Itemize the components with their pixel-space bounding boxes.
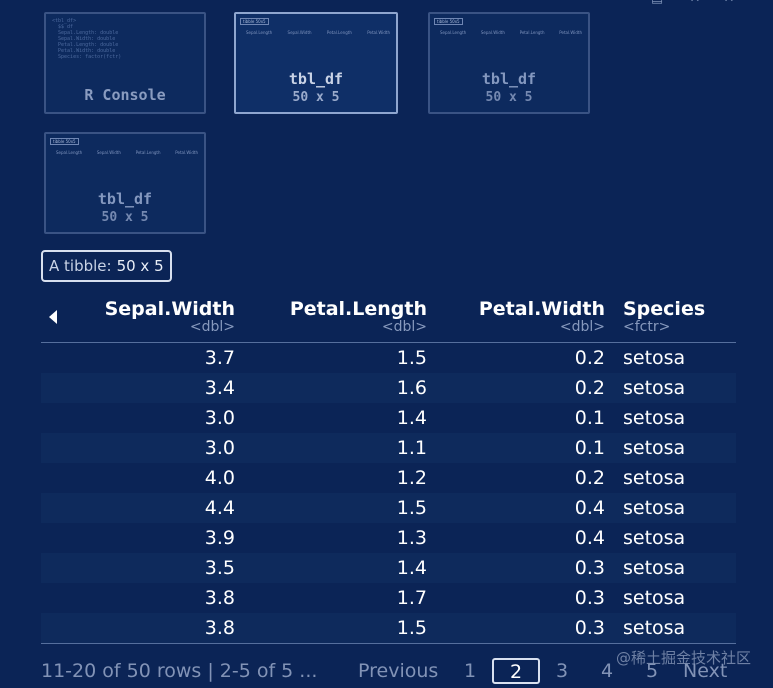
cell-petal-length: 1.3 (396, 527, 427, 549)
column-header-sepal-width[interactable]: Sepal.Width <dbl> (41, 298, 235, 334)
thumbnail-mini-header: Sepal.Length Sepal.Width Petal.Length Petal… (246, 30, 390, 35)
cell-species: setosa (623, 527, 686, 549)
page-5-button[interactable]: 5 (646, 656, 658, 686)
cell-sepal-width: 3.4 (204, 377, 235, 399)
cell-petal-width: 0.3 (574, 617, 605, 639)
thumbnail-mini-badge: tibble 50x5 (50, 138, 79, 145)
tibble-dimensions-badge: A tibble: 50 x 5 (41, 250, 172, 282)
cell-sepal-width: 3.0 (204, 407, 235, 429)
thumbnail-tbl-df-1[interactable]: tibble 50x5 Sepal.Length Sepal.Width Petal… (234, 12, 398, 114)
table-row: 4.0 1.2 0.2 setosa (41, 463, 736, 493)
cell-species: setosa (623, 377, 686, 399)
cell-petal-length: 1.2 (396, 467, 427, 489)
table-row: 3.8 1.7 0.3 setosa (41, 583, 736, 613)
thumbnail-mini-text: <tbl_df> $$ df Sepal.Length: double Sepa… (52, 18, 122, 60)
thumbnail-mini-header: Sepal.Length Sepal.Width Petal.Length Petal… (440, 30, 582, 35)
page-3-button[interactable]: 3 (556, 656, 568, 686)
cell-petal-width: 0.2 (574, 377, 605, 399)
cell-petal-width: 0.1 (574, 407, 605, 429)
thumbnail-subtitle: 50 x 5 (101, 210, 149, 225)
cell-petal-length: 1.1 (396, 437, 427, 459)
cell-petal-length: 1.5 (396, 617, 427, 639)
thumbnail-title: tbl_df (97, 190, 153, 208)
close-icon[interactable]: ✕ (688, 0, 702, 6)
next-page-button[interactable]: Next (683, 656, 727, 686)
cell-petal-width: 0.4 (574, 527, 605, 549)
table-row: 3.0 1.1 0.1 setosa (41, 433, 736, 463)
thumbnail-subtitle: 50 x 5 (485, 90, 533, 105)
page-4-button[interactable]: 4 (601, 656, 613, 686)
export-icon[interactable]: ▤ (650, 0, 664, 6)
table-row: 3.5 1.4 0.3 setosa (41, 553, 736, 583)
thumbnail-mini-header: Sepal.Length Sepal.Width Petal.Length Petal… (56, 150, 198, 155)
cell-petal-width: 0.4 (574, 497, 605, 519)
thumbnail-tbl-df-2[interactable]: tibble 50x5 Sepal.Length Sepal.Width Petal… (428, 12, 590, 114)
cell-petal-length: 1.5 (396, 347, 427, 369)
page-2-button[interactable]: 2 (492, 658, 540, 684)
cell-sepal-width: 3.0 (204, 437, 235, 459)
table-header: Sepal.Width <dbl> Petal.Length <dbl> Pet… (41, 296, 736, 343)
cell-species: setosa (623, 557, 686, 579)
previous-page-button[interactable]: Previous (358, 656, 438, 686)
column-header-petal-length[interactable]: Petal.Length <dbl> (241, 298, 427, 334)
table-bottom-rule (41, 643, 736, 644)
close-all-icon[interactable]: ✕ (722, 0, 736, 6)
thumbnail-r-console[interactable]: <tbl_df> $$ df Sepal.Length: double Sepa… (44, 12, 206, 114)
cell-petal-width: 0.2 (574, 467, 605, 489)
cell-sepal-width: 4.4 (204, 497, 235, 519)
column-header-species[interactable]: Species <fctr> (623, 298, 733, 334)
cell-petal-width: 0.1 (574, 437, 605, 459)
thumbnail-title: tbl_df (481, 70, 537, 88)
cell-petal-width: 0.2 (574, 347, 605, 369)
cell-species: setosa (623, 437, 686, 459)
table-row: 3.4 1.6 0.2 setosa (41, 373, 736, 403)
cell-petal-length: 1.7 (396, 587, 427, 609)
thumbnail-title: tbl_df (288, 70, 344, 88)
thumbnail-tbl-df-3[interactable]: tibble 50x5 Sepal.Length Sepal.Width Petal… (44, 132, 206, 234)
cell-sepal-width: 3.5 (204, 557, 235, 579)
data-table: Sepal.Width <dbl> Petal.Length <dbl> Pet… (41, 296, 736, 644)
cell-species: setosa (623, 497, 686, 519)
table-row: 3.7 1.5 0.2 setosa (41, 343, 736, 373)
table-row: 3.0 1.4 0.1 setosa (41, 403, 736, 433)
cell-petal-width: 0.3 (574, 557, 605, 579)
cell-petal-width: 0.3 (574, 587, 605, 609)
pagination-info: 11-20 of 50 rows | 2-5 of 5 ... (41, 660, 318, 682)
cell-petal-length: 1.4 (396, 407, 427, 429)
cell-species: setosa (623, 407, 686, 429)
cell-petal-length: 1.4 (396, 557, 427, 579)
cell-petal-length: 1.6 (396, 377, 427, 399)
cell-sepal-width: 3.8 (204, 587, 235, 609)
tibble-badge-prefix: A tibble: (49, 257, 112, 275)
cell-species: setosa (623, 347, 686, 369)
column-header-petal-width[interactable]: Petal.Width <dbl> (431, 298, 605, 334)
thumbnail-mini-badge: tibble 50x5 (240, 18, 269, 25)
page-1-button[interactable]: 1 (464, 656, 476, 686)
thumbnail-mini-badge: tibble 50x5 (434, 18, 463, 25)
table-row: 3.9 1.3 0.4 setosa (41, 523, 736, 553)
table-row: 3.8 1.5 0.3 setosa (41, 613, 736, 643)
cell-sepal-width: 4.0 (204, 467, 235, 489)
cell-sepal-width: 3.7 (204, 347, 235, 369)
cell-sepal-width: 3.9 (204, 527, 235, 549)
table-row: 4.4 1.5 0.4 setosa (41, 493, 736, 523)
cell-species: setosa (623, 587, 686, 609)
tibble-badge-dims: 50 x 5 (116, 257, 164, 275)
cell-sepal-width: 3.8 (204, 617, 235, 639)
thumbnail-subtitle: 50 x 5 (292, 90, 340, 105)
cell-petal-length: 1.5 (396, 497, 427, 519)
thumbnail-title: R Console (84, 86, 166, 104)
data-viewer: ▤ ✕ ✕ <tbl_df> $$ df Sepal.Length: doubl… (0, 0, 773, 688)
cell-species: setosa (623, 467, 686, 489)
cell-species: setosa (623, 617, 686, 639)
pagination-bar: 11-20 of 50 rows | 2-5 of 5 ... Previous… (41, 656, 773, 686)
